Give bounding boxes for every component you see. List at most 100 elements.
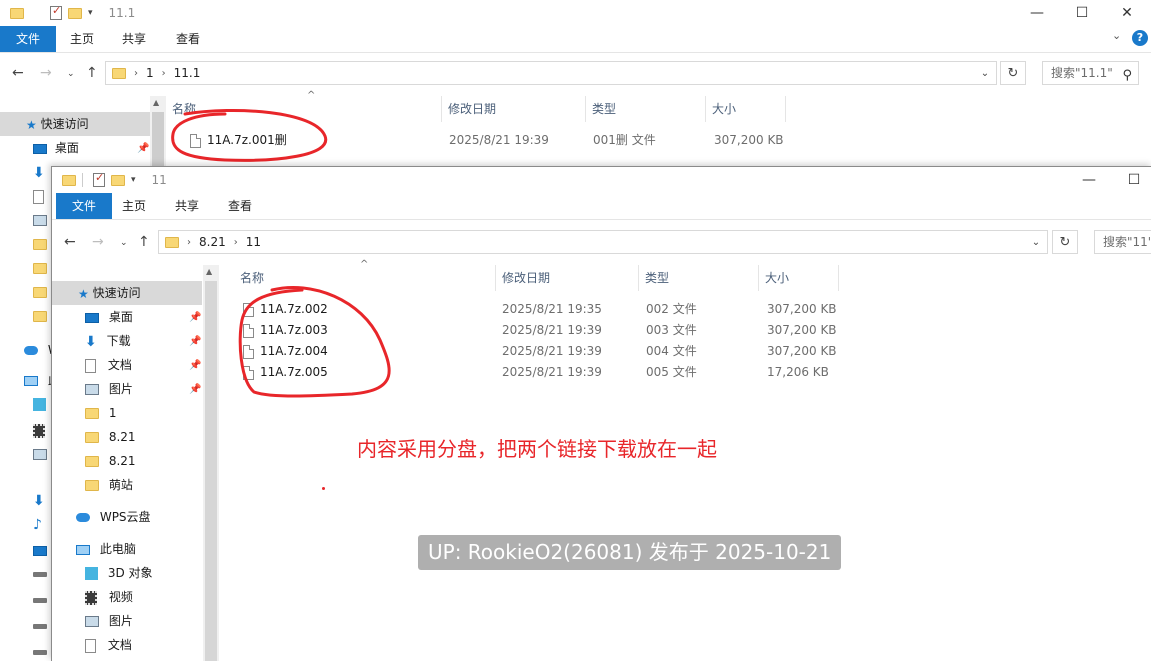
tab-share[interactable]: 共享 — [165, 193, 209, 219]
drive-icon — [33, 598, 47, 603]
forward-arrow-icon[interactable]: → — [40, 65, 52, 81]
new-folder-icon[interactable] — [68, 7, 82, 19]
scroll-up-icon[interactable]: ▲ — [206, 267, 212, 276]
nav-this-pc[interactable]: 此电脑 — [76, 537, 136, 561]
column-date[interactable]: 修改日期 — [442, 96, 586, 122]
nav-folder-partial[interactable] — [33, 232, 47, 256]
minimize-icon[interactable]: — — [1014, 0, 1060, 26]
breadcrumb-11[interactable]: 11 — [246, 235, 261, 249]
address-dropdown-icon[interactable]: ⌄ — [973, 62, 996, 84]
table-row[interactable]: 11A.7z.003 2025/8/21 19:39 003 文件 307,20… — [219, 320, 839, 341]
breadcrumb-1[interactable]: 1 — [146, 66, 154, 80]
close-icon[interactable]: ✕ — [1104, 0, 1150, 26]
nav-download-partial[interactable]: ⬇ — [33, 488, 45, 512]
properties-icon[interactable] — [93, 171, 105, 187]
pin-icon[interactable]: 📌 — [189, 360, 201, 371]
nav-video-partial[interactable] — [33, 418, 45, 442]
table-row[interactable]: 11A.7z.002 2025/8/21 19:35 002 文件 307,20… — [219, 299, 839, 320]
tab-file[interactable]: 文件 — [56, 193, 112, 219]
expand-ribbon-icon[interactable]: ⌄ — [1112, 29, 1121, 42]
table-row[interactable]: 11A.7z.004 2025/8/21 19:39 004 文件 307,20… — [219, 341, 839, 362]
column-type[interactable]: 类型 — [586, 96, 706, 122]
customize-dropdown-icon[interactable]: ▾ — [131, 175, 136, 185]
column-name[interactable]: 名称 — [166, 96, 442, 122]
nav-3d-partial[interactable] — [33, 392, 46, 416]
address-dropdown-icon[interactable]: ⌄ — [1024, 231, 1047, 253]
nav-folder-1[interactable]: 1 — [85, 401, 116, 425]
pin-icon[interactable]: 📌 — [189, 384, 201, 395]
pin-icon[interactable]: 📌 — [189, 336, 201, 347]
nav-picture-partial[interactable] — [33, 208, 47, 232]
column-date[interactable]: 修改日期 — [496, 265, 639, 291]
folder-icon[interactable] — [62, 174, 76, 186]
forward-arrow-icon[interactable]: → — [92, 234, 104, 250]
nav-3d-objects[interactable]: 3D 对象 — [85, 561, 153, 585]
nav-drive-partial[interactable] — [33, 614, 47, 638]
customize-dropdown-icon[interactable]: ▾ — [88, 8, 93, 18]
nav-folder-8-21[interactable]: 8.21 — [85, 425, 136, 449]
folder-icon[interactable] — [10, 7, 24, 19]
breadcrumb-8-21[interactable]: 8.21 — [199, 235, 226, 249]
tab-home[interactable]: 主页 — [112, 193, 156, 219]
nav-desktop[interactable]: 桌面 — [85, 305, 133, 329]
tab-share[interactable]: 共享 — [112, 26, 156, 52]
tab-view[interactable]: 查看 — [166, 26, 210, 52]
pin-icon[interactable]: 📌 — [137, 143, 149, 154]
column-size[interactable]: 大小 — [706, 96, 786, 122]
breadcrumb-11-1[interactable]: 11.1 — [174, 66, 201, 80]
refresh-icon[interactable]: ↻ — [1052, 230, 1078, 254]
tab-view[interactable]: 查看 — [218, 193, 262, 219]
nav-picture-partial[interactable] — [33, 442, 47, 466]
tab-file[interactable]: 文件 — [0, 26, 56, 52]
nav-folder-partial[interactable] — [33, 280, 47, 304]
nav-pictures[interactable]: 图片 — [85, 609, 133, 633]
up-arrow-icon[interactable]: ↑ — [138, 234, 150, 250]
scroll-thumb[interactable] — [205, 281, 217, 661]
nav-videos[interactable]: 视频 — [85, 585, 133, 609]
address-bar[interactable]: › 1 › 11.1 ⌄ — [105, 61, 997, 85]
nav-downloads[interactable]: ⬇ 下载 — [85, 329, 131, 353]
nav-scrollbar[interactable]: ▲ — [203, 265, 219, 661]
nav-quick-access[interactable]: ★ 快速访问 — [0, 112, 150, 136]
nav-quick-access[interactable]: ★ 快速访问 — [52, 281, 202, 305]
back-arrow-icon[interactable]: ← — [64, 234, 76, 250]
nav-desktop-partial[interactable] — [33, 538, 47, 562]
refresh-icon[interactable]: ↻ — [1000, 61, 1026, 85]
pin-icon[interactable]: 📌 — [189, 312, 201, 323]
recent-dropdown-icon[interactable]: ⌄ — [67, 69, 75, 79]
nav-drive-partial[interactable] — [33, 588, 47, 612]
nav-documents[interactable]: 文档 — [85, 633, 132, 657]
nav-wps-cloud[interactable]: WPS云盘 — [76, 505, 151, 529]
maximize-icon[interactable]: ☐ — [1111, 167, 1151, 193]
nav-folder-partial[interactable] — [33, 256, 47, 280]
table-row[interactable]: 11A.7z.001删 2025/8/21 19:39 001删 文件 307,… — [166, 130, 786, 151]
nav-pictures[interactable]: 图片 — [85, 377, 133, 401]
nav-music-partial[interactable]: ♪ — [33, 512, 42, 536]
scroll-thumb[interactable] — [152, 112, 164, 172]
table-row[interactable]: 11A.7z.005 2025/8/21 19:39 005 文件 17,206… — [219, 362, 839, 383]
nav-document-partial[interactable] — [33, 184, 44, 208]
maximize-icon[interactable]: ☐ — [1059, 0, 1105, 26]
nav-folder-mengzhan[interactable]: 萌站 — [85, 473, 133, 497]
search-input[interactable]: 搜索"11" — [1094, 230, 1151, 254]
recent-dropdown-icon[interactable]: ⌄ — [120, 238, 128, 248]
address-bar[interactable]: › 8.21 › 11 ⌄ — [158, 230, 1048, 254]
back-arrow-icon[interactable]: ← — [12, 65, 24, 81]
nav-folder-8-21[interactable]: 8.21 — [85, 449, 136, 473]
nav-documents[interactable]: 文档 — [85, 353, 132, 377]
search-input[interactable]: 搜索"11.1" ⚲ — [1042, 61, 1139, 85]
minimize-icon[interactable]: — — [1066, 167, 1112, 193]
help-icon[interactable]: ? — [1132, 30, 1148, 46]
nav-desktop[interactable]: 桌面 — [33, 136, 79, 160]
scroll-up-icon[interactable]: ▲ — [153, 98, 159, 107]
properties-icon[interactable] — [50, 4, 62, 20]
nav-drive-partial[interactable] — [33, 562, 47, 586]
up-arrow-icon[interactable]: ↑ — [86, 65, 98, 81]
tab-home[interactable]: 主页 — [60, 26, 104, 52]
nav-folder-partial[interactable] — [33, 304, 47, 328]
column-type[interactable]: 类型 — [639, 265, 759, 291]
column-size[interactable]: 大小 — [759, 265, 839, 291]
new-folder-icon[interactable] — [111, 174, 125, 186]
nav-download-partial[interactable]: ⬇ — [33, 160, 45, 184]
nav-drive-partial[interactable] — [33, 640, 47, 660]
